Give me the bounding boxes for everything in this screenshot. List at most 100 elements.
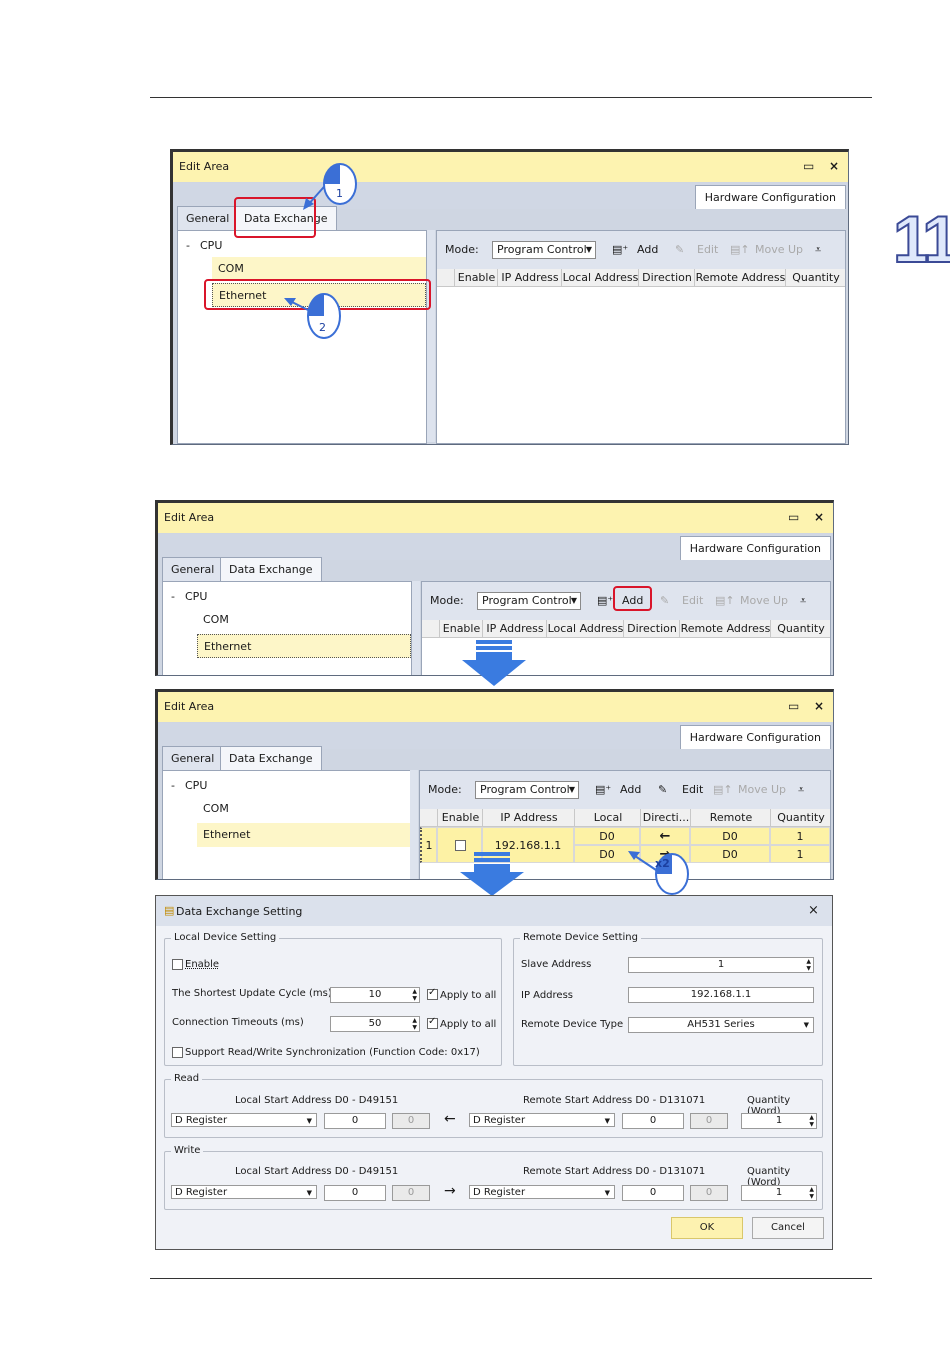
col-local-address[interactable]: Local Address <box>561 269 639 286</box>
tab-hardware-configuration[interactable]: Hardware Configuration <box>679 725 831 749</box>
spinner-icon[interactable]: ▲ ▼ <box>412 988 417 1002</box>
edit-button[interactable]: Edit <box>697 243 718 256</box>
read-local-type-select[interactable]: D Register ▼ <box>171 1113 317 1127</box>
edit-button[interactable]: Edit <box>682 783 703 796</box>
tab-data-exchange[interactable]: Data Exchange <box>220 746 322 771</box>
col-remote-address[interactable]: Remote Addr... <box>690 809 771 841</box>
chevron-down-icon: ▼ <box>803 1021 809 1029</box>
col-local-address[interactable]: Local Addr... <box>574 809 641 841</box>
col-quantity[interactable]: Quantity <box>770 620 831 637</box>
toolbar-overflow-icon[interactable]: ⩡ <box>798 783 804 797</box>
mode-select[interactable]: Program Control ▼ <box>477 592 581 610</box>
toolbar-overflow-icon[interactable]: ⩡ <box>800 594 806 608</box>
mode-select[interactable]: Program Control ▼ <box>492 241 596 259</box>
spinner-icon[interactable]: ▲ ▼ <box>806 958 811 972</box>
col-direction[interactable]: Directi... <box>640 809 691 826</box>
add-button[interactable]: Add <box>637 243 658 256</box>
slave-address-input[interactable]: 1 ▲ ▼ <box>628 957 814 973</box>
maximize-icon[interactable]: ▭ <box>788 699 799 713</box>
col-direction[interactable]: Direction <box>623 620 680 637</box>
maximize-icon[interactable]: ▭ <box>803 159 814 173</box>
update-cycle-input[interactable]: 10 ▲ ▼ <box>330 987 420 1003</box>
splitter-handle[interactable] <box>410 770 418 879</box>
col-enable[interactable]: Enable <box>454 269 498 286</box>
edit-button[interactable]: Edit <box>682 594 703 607</box>
move-up-button[interactable]: Move Up <box>740 594 788 607</box>
move-up-button[interactable]: Move Up <box>755 243 803 256</box>
tree-collapse-icon[interactable]: - <box>186 239 190 252</box>
tree-node-ethernet[interactable]: Ethernet <box>197 823 411 847</box>
ok-button[interactable]: OK <box>671 1217 743 1239</box>
ip-address-input[interactable]: 192.168.1.1 <box>628 987 814 1003</box>
tab-general[interactable]: General <box>162 557 224 582</box>
mode-select[interactable]: Program Control ▼ <box>475 781 579 799</box>
spinner-icon[interactable]: ▲ ▼ <box>809 1186 814 1200</box>
tab-general[interactable]: General <box>177 206 239 231</box>
tree-node-com[interactable]: COM <box>212 257 426 281</box>
apply-all-cycle-checkbox[interactable] <box>427 987 438 1000</box>
read-remote-address-input[interactable]: 0 <box>622 1113 684 1129</box>
maximize-icon[interactable]: ▭ <box>788 510 799 524</box>
move-up-button[interactable]: Move Up <box>738 783 786 796</box>
write-local-type-select[interactable]: D Register ▼ <box>171 1185 317 1199</box>
close-icon[interactable]: × <box>814 699 824 713</box>
tab-general[interactable]: General <box>162 746 224 771</box>
apply-all-timeout-checkbox[interactable] <box>427 1016 438 1029</box>
device-type-label: Remote Device Type <box>521 1019 624 1030</box>
chevron-down-icon: ▼ <box>604 1189 610 1197</box>
splitter-handle[interactable] <box>412 581 420 675</box>
tree-node-ethernet[interactable]: Ethernet <box>197 634 411 658</box>
tree-node-com[interactable]: COM <box>197 797 411 821</box>
row-remote-write[interactable]: D0 <box>690 845 770 863</box>
row-quantity-read[interactable]: 1 <box>770 827 830 845</box>
tree-node-cpu[interactable]: CPU <box>200 239 222 252</box>
device-type-select[interactable]: AH531 Series ▼ <box>628 1017 814 1033</box>
tab-data-exchange[interactable]: Data Exchange <box>220 557 322 582</box>
col-direction[interactable]: Direction <box>638 269 695 286</box>
splitter-handle[interactable] <box>427 230 435 442</box>
write-remote-address-input[interactable]: 0 <box>622 1185 684 1201</box>
col-remote-address[interactable]: Remote Address <box>679 620 771 637</box>
close-icon[interactable]: × <box>814 510 824 524</box>
tree-collapse-icon[interactable]: - <box>171 590 175 603</box>
col-local-address[interactable]: Local Address <box>546 620 624 637</box>
write-local-address-input[interactable]: 0 <box>324 1185 386 1201</box>
row-direction-read[interactable]: ← <box>640 827 690 845</box>
col-quantity[interactable]: Quantity <box>770 809 831 826</box>
read-local-address-input[interactable]: 0 <box>324 1113 386 1129</box>
close-icon[interactable]: × <box>829 159 839 173</box>
col-enable[interactable]: Enable <box>437 809 483 826</box>
tree-node-cpu[interactable]: CPU <box>185 590 207 603</box>
row-quantity-write[interactable]: 1 <box>770 845 830 863</box>
read-local-sub-input: 0 <box>392 1113 430 1129</box>
col-ip-address[interactable]: IP Address <box>497 269 562 286</box>
tree-collapse-icon[interactable]: - <box>171 779 175 792</box>
col-ip-address[interactable]: IP Address <box>482 809 575 826</box>
row-remote-read[interactable]: D0 <box>690 827 770 845</box>
tree-node-cpu[interactable]: CPU <box>185 779 207 792</box>
col-remote-address[interactable]: Remote Address <box>694 269 786 286</box>
col-quantity[interactable]: Quantity <box>785 269 846 286</box>
row-index[interactable]: 1 <box>420 827 437 863</box>
toolbar-overflow-icon[interactable]: ⩡ <box>815 243 821 257</box>
tree-node-com[interactable]: COM <box>197 608 411 632</box>
tab-hardware-configuration[interactable]: Hardware Configuration <box>694 185 846 209</box>
col-enable[interactable]: Enable <box>439 620 483 637</box>
row-local-read[interactable]: D0 <box>574 827 640 845</box>
row-enable-checkbox[interactable] <box>455 840 466 851</box>
read-quantity-input[interactable]: 1 ▲ ▼ <box>741 1113 817 1129</box>
tab-hardware-configuration[interactable]: Hardware Configuration <box>679 536 831 560</box>
dialog-close-icon[interactable]: × <box>808 903 819 918</box>
timeout-input[interactable]: 50 ▲ ▼ <box>330 1016 420 1032</box>
write-remote-type-select[interactable]: D Register ▼ <box>469 1185 615 1199</box>
spinner-icon[interactable]: ▲ ▼ <box>412 1017 417 1031</box>
spinner-icon[interactable]: ▲ ▼ <box>809 1114 814 1128</box>
sync-checkbox[interactable] <box>172 1047 183 1058</box>
enable-checkbox[interactable] <box>172 959 183 970</box>
read-remote-type-select[interactable]: D Register ▼ <box>469 1113 615 1127</box>
add-button[interactable]: Add <box>620 783 641 796</box>
cancel-button[interactable]: Cancel <box>752 1217 824 1239</box>
write-quantity-input[interactable]: 1 ▲ ▼ <box>741 1185 817 1201</box>
remote-device-group-label: Remote Device Setting <box>520 932 641 943</box>
col-ip-address[interactable]: IP Address <box>482 620 547 637</box>
